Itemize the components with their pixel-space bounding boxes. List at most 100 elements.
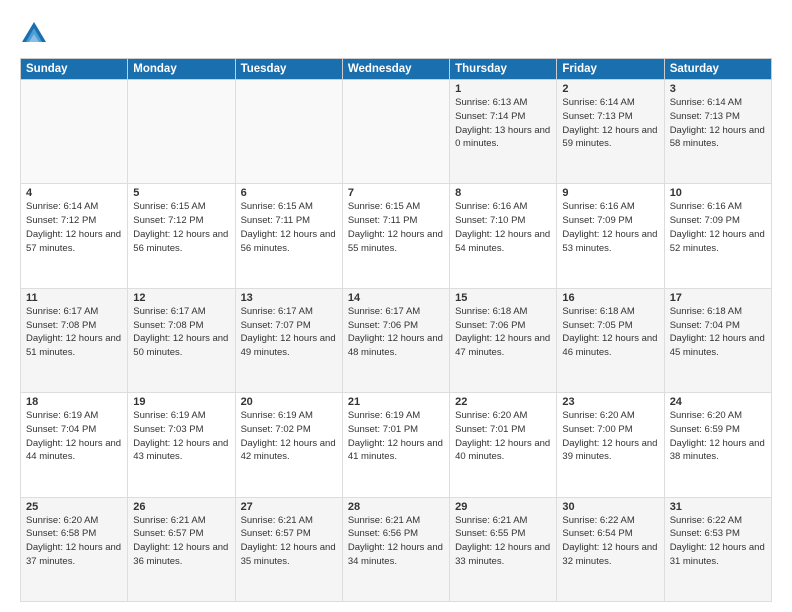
day-number: 8 bbox=[455, 187, 551, 199]
day-info: Sunrise: 6:21 AMSunset: 6:57 PMDaylight:… bbox=[241, 514, 337, 569]
day-info: Sunrise: 6:15 AMSunset: 7:11 PMDaylight:… bbox=[241, 200, 337, 255]
calendar-day-cell: 15Sunrise: 6:18 AMSunset: 7:06 PMDayligh… bbox=[450, 288, 557, 392]
calendar-week-row: 4Sunrise: 6:14 AMSunset: 7:12 PMDaylight… bbox=[21, 184, 772, 288]
day-info: Sunrise: 6:14 AMSunset: 7:13 PMDaylight:… bbox=[670, 96, 766, 151]
day-info: Sunrise: 6:21 AMSunset: 6:56 PMDaylight:… bbox=[348, 514, 444, 569]
day-info: Sunrise: 6:16 AMSunset: 7:09 PMDaylight:… bbox=[562, 200, 658, 255]
calendar-day-cell: 13Sunrise: 6:17 AMSunset: 7:07 PMDayligh… bbox=[235, 288, 342, 392]
calendar-day-cell: 4Sunrise: 6:14 AMSunset: 7:12 PMDaylight… bbox=[21, 184, 128, 288]
day-number: 20 bbox=[241, 396, 337, 408]
day-number: 28 bbox=[348, 501, 444, 513]
day-info: Sunrise: 6:15 AMSunset: 7:11 PMDaylight:… bbox=[348, 200, 444, 255]
day-info: Sunrise: 6:14 AMSunset: 7:12 PMDaylight:… bbox=[26, 200, 122, 255]
day-info: Sunrise: 6:16 AMSunset: 7:09 PMDaylight:… bbox=[670, 200, 766, 255]
day-number: 26 bbox=[133, 501, 229, 513]
day-number: 31 bbox=[670, 501, 766, 513]
calendar-day-cell: 7Sunrise: 6:15 AMSunset: 7:11 PMDaylight… bbox=[342, 184, 449, 288]
day-number: 9 bbox=[562, 187, 658, 199]
calendar-table: SundayMondayTuesdayWednesdayThursdayFrid… bbox=[20, 58, 772, 602]
calendar-day-cell: 10Sunrise: 6:16 AMSunset: 7:09 PMDayligh… bbox=[664, 184, 771, 288]
day-info: Sunrise: 6:19 AMSunset: 7:03 PMDaylight:… bbox=[133, 409, 229, 464]
calendar-day-cell: 23Sunrise: 6:20 AMSunset: 7:00 PMDayligh… bbox=[557, 393, 664, 497]
day-number: 2 bbox=[562, 83, 658, 95]
day-number: 3 bbox=[670, 83, 766, 95]
day-number: 14 bbox=[348, 292, 444, 304]
logo bbox=[20, 20, 52, 48]
day-number: 4 bbox=[26, 187, 122, 199]
calendar-day-cell: 3Sunrise: 6:14 AMSunset: 7:13 PMDaylight… bbox=[664, 80, 771, 184]
day-number: 19 bbox=[133, 396, 229, 408]
day-of-week-header: Saturday bbox=[664, 59, 771, 80]
day-info: Sunrise: 6:18 AMSunset: 7:06 PMDaylight:… bbox=[455, 305, 551, 360]
day-info: Sunrise: 6:20 AMSunset: 6:59 PMDaylight:… bbox=[670, 409, 766, 464]
calendar-day-cell: 2Sunrise: 6:14 AMSunset: 7:13 PMDaylight… bbox=[557, 80, 664, 184]
day-of-week-header: Monday bbox=[128, 59, 235, 80]
day-number: 27 bbox=[241, 501, 337, 513]
day-info: Sunrise: 6:21 AMSunset: 6:55 PMDaylight:… bbox=[455, 514, 551, 569]
day-info: Sunrise: 6:20 AMSunset: 6:58 PMDaylight:… bbox=[26, 514, 122, 569]
day-number: 18 bbox=[26, 396, 122, 408]
calendar-day-cell: 6Sunrise: 6:15 AMSunset: 7:11 PMDaylight… bbox=[235, 184, 342, 288]
page: SundayMondayTuesdayWednesdayThursdayFrid… bbox=[0, 0, 792, 612]
calendar-day-cell: 27Sunrise: 6:21 AMSunset: 6:57 PMDayligh… bbox=[235, 497, 342, 601]
day-info: Sunrise: 6:16 AMSunset: 7:10 PMDaylight:… bbox=[455, 200, 551, 255]
day-info: Sunrise: 6:18 AMSunset: 7:04 PMDaylight:… bbox=[670, 305, 766, 360]
day-number: 1 bbox=[455, 83, 551, 95]
day-info: Sunrise: 6:15 AMSunset: 7:12 PMDaylight:… bbox=[133, 200, 229, 255]
calendar-day-cell: 14Sunrise: 6:17 AMSunset: 7:06 PMDayligh… bbox=[342, 288, 449, 392]
calendar-week-row: 18Sunrise: 6:19 AMSunset: 7:04 PMDayligh… bbox=[21, 393, 772, 497]
calendar-day-cell: 16Sunrise: 6:18 AMSunset: 7:05 PMDayligh… bbox=[557, 288, 664, 392]
day-info: Sunrise: 6:21 AMSunset: 6:57 PMDaylight:… bbox=[133, 514, 229, 569]
day-info: Sunrise: 6:20 AMSunset: 7:01 PMDaylight:… bbox=[455, 409, 551, 464]
day-of-week-header: Sunday bbox=[21, 59, 128, 80]
calendar-day-cell bbox=[128, 80, 235, 184]
day-of-week-header: Friday bbox=[557, 59, 664, 80]
day-number: 22 bbox=[455, 396, 551, 408]
day-info: Sunrise: 6:17 AMSunset: 7:08 PMDaylight:… bbox=[26, 305, 122, 360]
day-number: 29 bbox=[455, 501, 551, 513]
day-number: 21 bbox=[348, 396, 444, 408]
day-number: 11 bbox=[26, 292, 122, 304]
day-number: 7 bbox=[348, 187, 444, 199]
calendar-week-row: 25Sunrise: 6:20 AMSunset: 6:58 PMDayligh… bbox=[21, 497, 772, 601]
day-info: Sunrise: 6:17 AMSunset: 7:07 PMDaylight:… bbox=[241, 305, 337, 360]
calendar-day-cell bbox=[342, 80, 449, 184]
calendar-week-row: 1Sunrise: 6:13 AMSunset: 7:14 PMDaylight… bbox=[21, 80, 772, 184]
calendar-header-row: SundayMondayTuesdayWednesdayThursdayFrid… bbox=[21, 59, 772, 80]
day-info: Sunrise: 6:19 AMSunset: 7:02 PMDaylight:… bbox=[241, 409, 337, 464]
calendar-day-cell: 11Sunrise: 6:17 AMSunset: 7:08 PMDayligh… bbox=[21, 288, 128, 392]
day-number: 23 bbox=[562, 396, 658, 408]
day-of-week-header: Thursday bbox=[450, 59, 557, 80]
calendar-day-cell: 31Sunrise: 6:22 AMSunset: 6:53 PMDayligh… bbox=[664, 497, 771, 601]
day-info: Sunrise: 6:17 AMSunset: 7:08 PMDaylight:… bbox=[133, 305, 229, 360]
day-number: 15 bbox=[455, 292, 551, 304]
calendar-day-cell: 19Sunrise: 6:19 AMSunset: 7:03 PMDayligh… bbox=[128, 393, 235, 497]
day-info: Sunrise: 6:14 AMSunset: 7:13 PMDaylight:… bbox=[562, 96, 658, 151]
calendar-day-cell: 9Sunrise: 6:16 AMSunset: 7:09 PMDaylight… bbox=[557, 184, 664, 288]
day-info: Sunrise: 6:18 AMSunset: 7:05 PMDaylight:… bbox=[562, 305, 658, 360]
calendar-day-cell: 25Sunrise: 6:20 AMSunset: 6:58 PMDayligh… bbox=[21, 497, 128, 601]
day-number: 30 bbox=[562, 501, 658, 513]
day-of-week-header: Wednesday bbox=[342, 59, 449, 80]
calendar-day-cell: 18Sunrise: 6:19 AMSunset: 7:04 PMDayligh… bbox=[21, 393, 128, 497]
day-number: 13 bbox=[241, 292, 337, 304]
calendar-day-cell: 8Sunrise: 6:16 AMSunset: 7:10 PMDaylight… bbox=[450, 184, 557, 288]
day-info: Sunrise: 6:17 AMSunset: 7:06 PMDaylight:… bbox=[348, 305, 444, 360]
calendar-day-cell: 20Sunrise: 6:19 AMSunset: 7:02 PMDayligh… bbox=[235, 393, 342, 497]
header bbox=[20, 16, 772, 48]
day-number: 25 bbox=[26, 501, 122, 513]
calendar-day-cell bbox=[21, 80, 128, 184]
day-info: Sunrise: 6:22 AMSunset: 6:53 PMDaylight:… bbox=[670, 514, 766, 569]
calendar-day-cell: 24Sunrise: 6:20 AMSunset: 6:59 PMDayligh… bbox=[664, 393, 771, 497]
day-number: 17 bbox=[670, 292, 766, 304]
day-number: 24 bbox=[670, 396, 766, 408]
day-number: 10 bbox=[670, 187, 766, 199]
day-number: 12 bbox=[133, 292, 229, 304]
day-info: Sunrise: 6:13 AMSunset: 7:14 PMDaylight:… bbox=[455, 96, 551, 151]
calendar-day-cell: 22Sunrise: 6:20 AMSunset: 7:01 PMDayligh… bbox=[450, 393, 557, 497]
day-number: 5 bbox=[133, 187, 229, 199]
calendar-day-cell bbox=[235, 80, 342, 184]
day-info: Sunrise: 6:19 AMSunset: 7:04 PMDaylight:… bbox=[26, 409, 122, 464]
calendar-day-cell: 5Sunrise: 6:15 AMSunset: 7:12 PMDaylight… bbox=[128, 184, 235, 288]
day-info: Sunrise: 6:22 AMSunset: 6:54 PMDaylight:… bbox=[562, 514, 658, 569]
